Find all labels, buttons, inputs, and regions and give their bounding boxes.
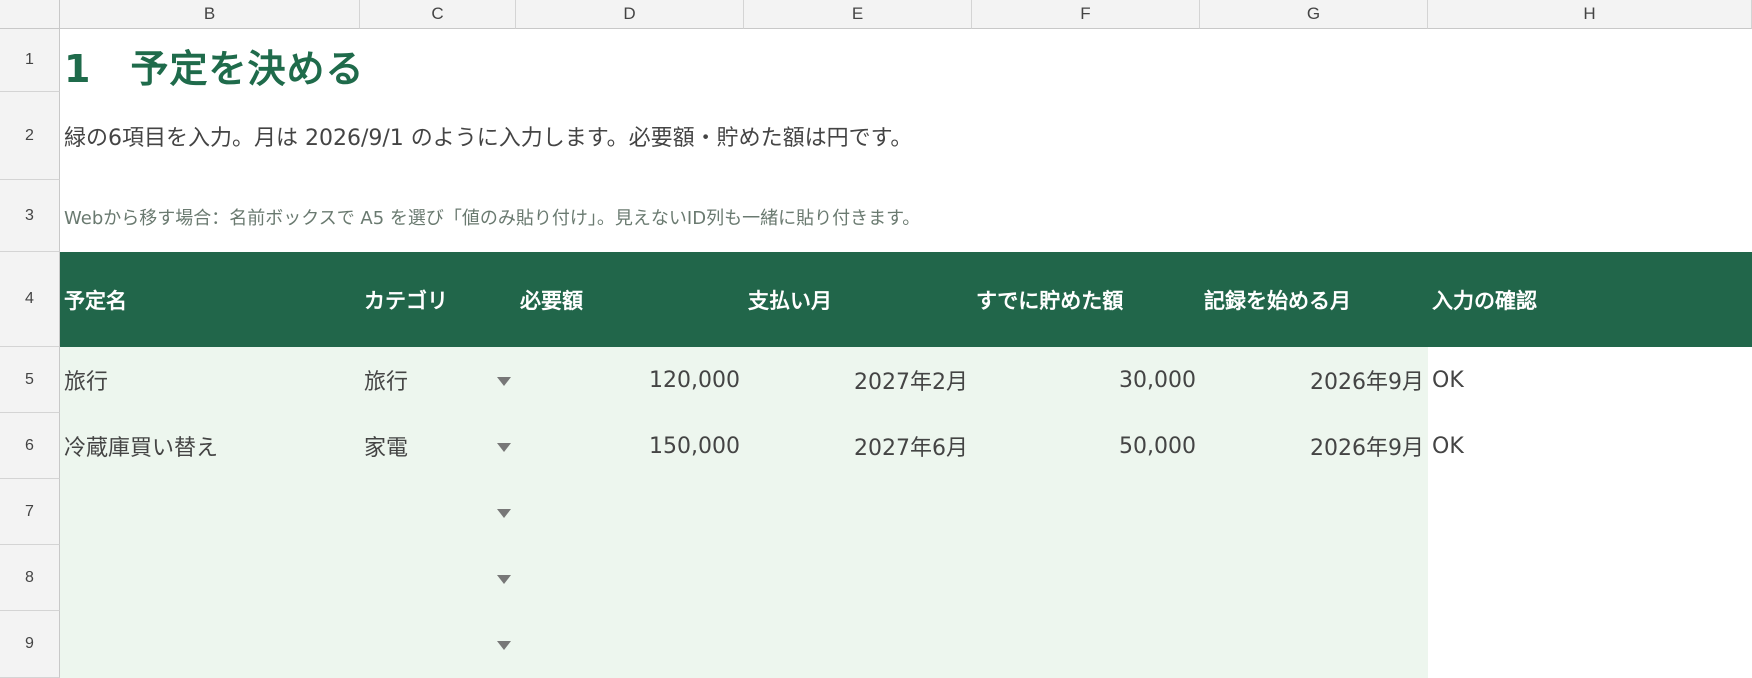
column-header-e[interactable]: E [744, 0, 972, 29]
row-header-2[interactable]: 2 [0, 92, 60, 180]
cell-plan-name[interactable] [64, 611, 356, 677]
chevron-down-icon[interactable] [497, 443, 511, 452]
cell-saved-amount[interactable]: 30,000 [972, 347, 1196, 413]
select-all-corner[interactable] [0, 0, 60, 29]
cell-category[interactable]: 旅行 [364, 347, 484, 413]
cell-amount[interactable]: 150,000 [516, 413, 740, 479]
row-header-7[interactable]: 7 [0, 479, 60, 545]
cell-saved-amount[interactable]: 50,000 [972, 413, 1196, 479]
header-category[interactable]: カテゴリ [364, 252, 448, 347]
cell-category[interactable] [364, 479, 484, 545]
header-saved-amount[interactable]: すでに貯めた額 [976, 252, 1123, 347]
cell-pay-month[interactable]: 2027年6月 [744, 413, 968, 479]
cell-pay-month[interactable]: 2027年2月 [744, 347, 968, 413]
cell-input-check: OK [1432, 433, 1464, 459]
column-header-h[interactable]: H [1428, 0, 1752, 29]
header-amount[interactable]: 必要額 [520, 252, 583, 347]
spreadsheet: B C D E F G H 1 2 3 4 5 6 7 8 9 1 予定を決める… [0, 0, 1752, 678]
row-header-5[interactable]: 5 [0, 347, 60, 413]
column-header-b[interactable]: B [60, 0, 360, 29]
instruction-text: 緑の6項目を入力。月は 2026/9/1 のように入力します。必要額・貯めた額は… [64, 126, 913, 151]
cell-plan-name[interactable] [64, 545, 356, 611]
cell-start-month[interactable]: 2026年9月 [1200, 413, 1424, 479]
column-header-g[interactable]: G [1200, 0, 1428, 29]
cell-category[interactable] [364, 611, 484, 677]
row-header-9[interactable]: 9 [0, 611, 60, 678]
row-header-1[interactable]: 1 [0, 29, 60, 92]
cell-plan-name[interactable]: 旅行 [64, 347, 356, 413]
cell-category[interactable] [364, 545, 484, 611]
header-start-month[interactable]: 記録を始める月 [1204, 252, 1351, 347]
column-header-d[interactable]: D [516, 0, 744, 29]
column-header-c[interactable]: C [360, 0, 516, 29]
column-header-f[interactable]: F [972, 0, 1200, 29]
cell-plan-name[interactable]: 冷蔵庫買い替え [64, 413, 356, 479]
cell-category[interactable]: 家電 [364, 413, 484, 479]
cell-plan-name[interactable] [64, 479, 356, 545]
chevron-down-icon[interactable] [497, 377, 511, 386]
chevron-down-icon[interactable] [497, 509, 511, 518]
cell-start-month[interactable]: 2026年9月 [1200, 347, 1424, 413]
row-header-8[interactable]: 8 [0, 545, 60, 611]
header-pay-month[interactable]: 支払い月 [748, 252, 832, 347]
chevron-down-icon[interactable] [497, 575, 511, 584]
header-plan-name[interactable]: 予定名 [64, 252, 127, 347]
page-title: 1 予定を決める [64, 47, 365, 91]
paste-note-text: Webから移す場合：名前ボックスで A5 を選び「値のみ貼り付け」。見えないID… [64, 208, 921, 229]
header-input-check[interactable]: 入力の確認 [1432, 252, 1537, 347]
row-header-6[interactable]: 6 [0, 413, 60, 479]
row-header-3[interactable]: 3 [0, 180, 60, 252]
chevron-down-icon[interactable] [497, 641, 511, 650]
cell-input-check: OK [1432, 367, 1464, 393]
cell-amount[interactable]: 120,000 [516, 347, 740, 413]
row-header-4[interactable]: 4 [0, 252, 60, 347]
